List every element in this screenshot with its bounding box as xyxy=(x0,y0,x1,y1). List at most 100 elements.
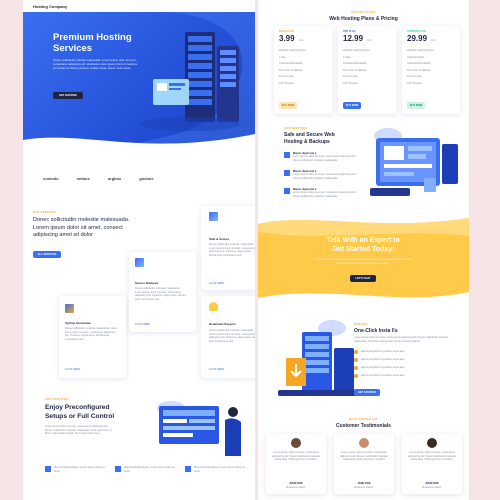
plan-card: BASIC PLAN 3.99 /mo Website Hosting Spac… xyxy=(274,26,332,114)
check-icon xyxy=(354,358,358,362)
feature-title: Uptime Guarantee xyxy=(65,321,91,325)
server-rack-illustration xyxy=(140,32,240,131)
plan-feature: 24/7 Support xyxy=(343,81,358,85)
buy-now-button[interactable]: BUY NOW xyxy=(407,102,425,109)
server-icon xyxy=(115,466,121,472)
plan-features: Website Hosting Space 5 Sites Unlimited … xyxy=(343,49,370,86)
intro-heading: Donec sollicitudin molestie malesuada. L… xyxy=(33,217,130,239)
check-icon xyxy=(354,374,358,378)
left-page-preview: Hosting Company Premium Hosting Services… xyxy=(23,0,255,500)
check-item-text: Mauris dignissim a porttitor accumsan xyxy=(361,358,405,362)
plan-feature: Free Domain xyxy=(343,75,358,79)
logo-comodo: comodo xyxy=(43,176,59,181)
oneclick-eyebrow: HOSTING xyxy=(354,323,368,326)
secure-item-text: Lorem ipsum dolor sit amet, consectetur … xyxy=(293,173,357,180)
setup-item-text: Mauris blandit aliquet. Lorem ipsum dolo… xyxy=(124,466,175,473)
one-click-illustration xyxy=(278,320,358,396)
plan-features: Website Hosting Space Unlimited Sites Un… xyxy=(407,49,434,86)
intro-eyebrow: OUR SERVICES xyxy=(33,211,57,214)
check-item: Mauris dignissim a porttitor accumsan xyxy=(354,366,454,370)
testimonial-card: Lorem ipsum dolor sit amet, consectetur … xyxy=(266,434,326,494)
check-item: Mauris dignissim a porttitor accumsan xyxy=(354,350,454,354)
hero-body: Donec sollicitudin molestie malesuada. L… xyxy=(53,58,138,70)
testimonial-role: Business Owner xyxy=(422,486,442,489)
feature-card-support: Dedicated Support Donec sollicitudin mol… xyxy=(201,296,255,378)
plan-per: /mo xyxy=(299,39,304,42)
plan-per: /mo xyxy=(431,39,436,42)
testimonial-name: JANE DOE xyxy=(357,482,371,485)
plan-feature: Free SSL Certificate xyxy=(279,68,303,72)
plan-card: PRO PLAN 12.99 /mo Website Hosting Space… xyxy=(338,26,396,114)
get-started-button[interactable]: GET STARTED xyxy=(354,389,380,396)
secure-eyebrow: OUR SERVICES xyxy=(284,127,308,130)
feature-link[interactable]: CLICK HERE xyxy=(135,323,150,326)
testimonial-quote: Lorem ipsum dolor sit amet, consectetur … xyxy=(408,451,456,462)
secure-heading-line1: Safe and Secure Web xyxy=(284,132,335,138)
plan-feature: Free Domain xyxy=(279,75,294,79)
feature-link[interactable]: CLICK HERE xyxy=(65,368,80,371)
monitor-icon xyxy=(284,152,290,158)
testimonial-name: JOHN DOE xyxy=(425,482,439,485)
hero-title-line2: Services xyxy=(53,43,93,54)
plan-feature: Website Hosting Space xyxy=(279,49,306,52)
feature-card-uptime: Uptime Guarantee Donec sollicitudin mole… xyxy=(59,296,126,378)
testimonial-role: Business Owner xyxy=(354,486,374,489)
secure-hosting-illustration xyxy=(370,128,458,196)
secure-item-text: Lorem ipsum dolor sit amet, consectetur … xyxy=(293,155,357,162)
monitor-icon xyxy=(284,170,290,177)
all-services-button[interactable]: ALL SERVICES xyxy=(33,251,61,258)
oneclick-checklist: Mauris dignissim a porttitor accumsan Ma… xyxy=(354,350,454,378)
plan-card: ULTIMATE PLAN 29.99 /mo Website Hosting … xyxy=(402,26,460,114)
testimonial-name: JOHN DOE xyxy=(289,482,303,485)
logo-govbox: govbox xyxy=(139,176,154,181)
feature-link[interactable]: CLICK HERE xyxy=(209,368,224,371)
avatar xyxy=(291,438,301,448)
plan-feature: 1 Site xyxy=(279,55,286,59)
get-hosting-button[interactable]: GET HOSTING xyxy=(53,92,83,99)
check-item: Mauris dignissim a porttitor accumsan xyxy=(354,358,454,362)
backup-icon xyxy=(135,258,144,267)
testimonial-role: Business Owner xyxy=(286,486,306,489)
feature-text: Donec sollicitudin molestie malesuada. L… xyxy=(135,287,186,301)
pricing-eyebrow: PRICING PLANS xyxy=(351,11,376,14)
testimonial-row: Lorem ipsum dolor sit amet, consectetur … xyxy=(266,434,466,494)
feature-title: Secure Backups xyxy=(135,281,159,285)
plan-feature: Free SSL Certificate xyxy=(343,68,367,72)
plan-features: Website Hosting Space 1 Site Unlimited B… xyxy=(279,49,306,86)
feature-card-backups: Secure Backups Donec sollicitudin molest… xyxy=(129,252,196,332)
plan-per: /mo xyxy=(367,39,372,42)
plan-feature: Unlimited Bandwidth xyxy=(343,62,367,66)
buy-now-button[interactable]: BUY NOW xyxy=(343,102,361,109)
setups-list: Mauris blandit aliquet. Lorem ipsum dolo… xyxy=(45,466,255,473)
secure-item: Mauris dignissim a Lorem ipsum dolor sit… xyxy=(284,170,362,180)
secure-item-text: Lorem ipsum dolor sit amet, consectetur … xyxy=(293,191,357,198)
secure-heading-line2: Hosting & Backups xyxy=(284,139,330,145)
feature-title: Dedicated Support xyxy=(209,322,236,326)
check-item-text: Mauris dignissim a porttitor accumsan xyxy=(361,350,405,354)
feature-text: Donec sollicitudin molestie malesuada. L… xyxy=(209,243,255,257)
lets-chat-button[interactable]: LET'S CHAT xyxy=(350,275,376,282)
server-icon xyxy=(185,466,191,472)
logo-row: comodo netbox orgbox govbox xyxy=(43,176,203,181)
setups-body: Lorem ipsum dolor sit amet, consectetur … xyxy=(45,425,112,436)
avatar xyxy=(427,438,437,448)
plan-feature: 24/7 Support xyxy=(279,81,294,85)
logo-orgbox: orgbox xyxy=(107,176,122,181)
brand-logo[interactable]: Hosting Company xyxy=(33,4,67,9)
plan-feature: Website Hosting Space xyxy=(343,49,370,52)
cta-section: Talk With an Expert to Get Started Today… xyxy=(258,212,469,304)
logo-netbox: netbox xyxy=(76,176,90,181)
check-icon xyxy=(354,350,358,354)
check-item-text: Mauris dignissim a porttitor accumsan xyxy=(361,374,405,378)
feature-link[interactable]: CLICK HERE xyxy=(209,282,224,285)
setups-eyebrow: OUR SERVICES xyxy=(45,398,69,401)
testimonial-card: Lorem ipsum dolor sit amet, consectetur … xyxy=(334,434,394,494)
plan-name: ULTIMATE PLAN xyxy=(407,30,426,33)
plan-name: BASIC PLAN xyxy=(279,30,294,33)
buy-now-button[interactable]: BUY NOW xyxy=(279,102,297,109)
lightbulb-icon xyxy=(209,302,218,311)
uptime-icon xyxy=(65,304,74,313)
cta-title-line1: Talk With an Expert to xyxy=(327,237,400,244)
right-page-preview: PRICING PLANS Web Hosting Plans & Pricin… xyxy=(258,0,469,500)
plan-name: PRO PLAN xyxy=(343,30,356,33)
